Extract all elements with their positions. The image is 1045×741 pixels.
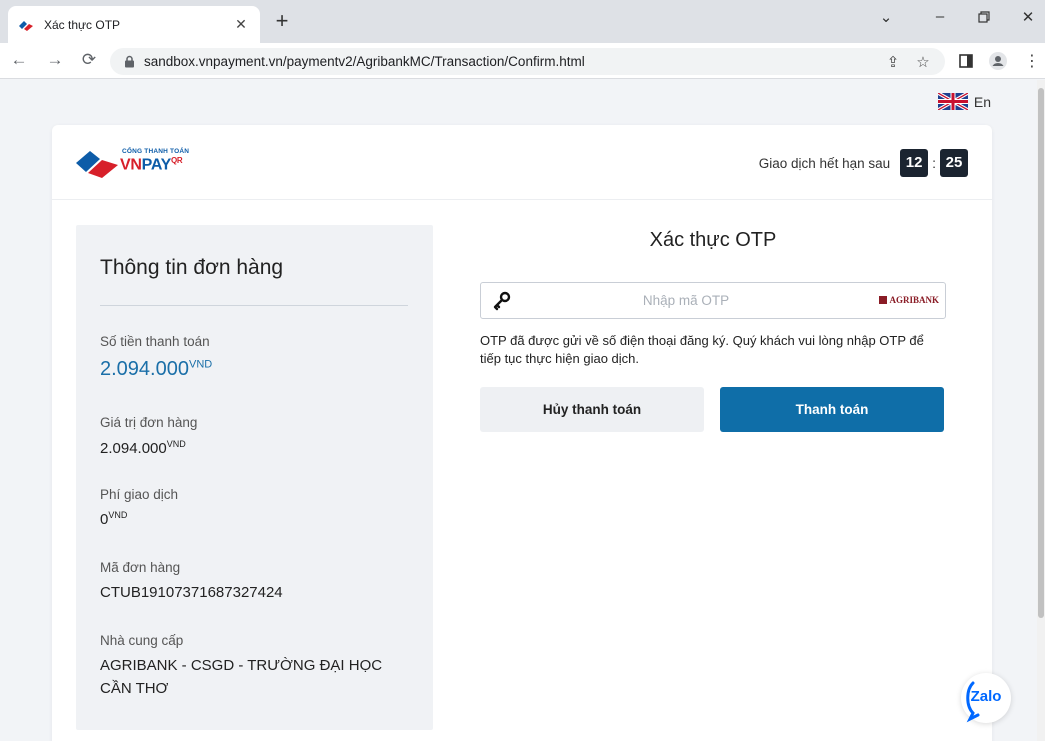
provider-line-1: AGRIBANK - CSGD - TRƯỜNG ĐẠI HỌC (100, 657, 383, 674)
timer-seconds: 25 (940, 149, 968, 177)
provider-line-2: CẦN THƠ (100, 680, 169, 697)
zalo-chat-button[interactable]: Zalo (961, 673, 1011, 723)
profile-avatar-icon[interactable] (988, 51, 1008, 70)
agribank-logo: AGRIBANK (879, 295, 939, 305)
card-header: CỔNG THANH TOÁN VNPAYQR Giao dịch hết hạ… (52, 125, 992, 200)
otp-title: Xác thực OTP (649, 229, 777, 251)
page-scrollbar[interactable] (1037, 80, 1045, 741)
lock-icon (124, 55, 135, 68)
fee-currency: VND (108, 510, 128, 520)
side-panel-icon[interactable] (958, 53, 978, 71)
page-viewport: En CỔNG THANH TOÁN VNPAYQR Giao dịch hết… (0, 80, 1037, 741)
bookmark-star-icon[interactable]: ☆ (913, 53, 933, 71)
logo-pay: PAY (141, 156, 172, 174)
share-icon[interactable]: ⇪ (883, 53, 903, 71)
browser-menu-icon[interactable]: ⋮ (1024, 51, 1044, 70)
order-value-label: Giá trị đơn hàng (100, 415, 198, 430)
tab-title: Xác thực OTP (44, 17, 121, 32)
logo-tagline: CỔNG THANH TOÁN (122, 148, 190, 155)
address-bar[interactable]: sandbox.vnpayment.vn/paymentv2/AgribankM… (110, 48, 945, 75)
browser-tab-bar: Xác thực OTP ✕ + ⌄ – ✕ (0, 0, 1045, 43)
tab-close-icon[interactable]: ✕ (232, 16, 250, 33)
cancel-payment-button[interactable]: Hủy thanh toán (480, 387, 704, 432)
vnpay-favicon-icon (18, 17, 34, 33)
agribank-label: AGRIBANK (889, 295, 939, 305)
language-switch[interactable]: En (937, 93, 991, 110)
amount-number: 2.094.000 (100, 358, 189, 380)
key-icon (492, 291, 512, 311)
fee-label: Phí giao dịch (100, 487, 179, 502)
order-id-label: Mã đơn hàng (100, 560, 181, 575)
payment-card: CỔNG THANH TOÁN VNPAYQR Giao dịch hết hạ… (52, 125, 992, 741)
logo-wordmark: VNPAYQR (120, 156, 183, 174)
minimize-icon[interactable]: – (928, 8, 952, 25)
otp-field: AGRIBANK (480, 282, 946, 319)
order-id-value: CTUB19107371687327424 (100, 584, 283, 601)
logo-vn: VN (120, 156, 142, 174)
amount-value: 2.094.000VND (100, 358, 212, 381)
pay-button[interactable]: Thanh toán (720, 387, 944, 432)
otp-input[interactable] (521, 286, 851, 315)
vnpay-logo: CỔNG THANH TOÁN VNPAYQR (74, 145, 204, 181)
forward-arrow-icon[interactable]: → (44, 50, 66, 70)
order-value: 2.094.000VND (100, 439, 186, 457)
amount-currency: VND (188, 358, 213, 371)
order-value-number: 2.094.000 (100, 440, 167, 457)
expiry-label: Giao dịch hết hạn sau (758, 155, 891, 171)
order-info-title: Thông tin đơn hàng (100, 256, 284, 279)
amount-label: Số tiền thanh toán (100, 334, 210, 349)
reload-icon[interactable]: ⟳ (78, 50, 100, 70)
provider-label: Nhà cung cấp (100, 633, 184, 648)
logo-qr: QR (170, 156, 183, 165)
back-arrow-icon[interactable]: ← (8, 50, 30, 70)
new-tab-icon[interactable]: + (270, 10, 294, 32)
uk-flag-icon (937, 93, 968, 110)
order-value-currency: VND (166, 439, 186, 449)
otp-note: OTP đã được gửi về số điện thoại đăng ký… (480, 333, 924, 366)
scroll-thumb[interactable] (1038, 88, 1044, 618)
language-label: En (973, 93, 991, 110)
expiry-timer: Giao dịch hết hạn sau 12 : 25 (759, 149, 968, 177)
timer-separator: : (932, 155, 936, 171)
zalo-label: Zalo (970, 688, 1002, 705)
url-text: sandbox.vnpayment.vn/paymentv2/AgribankM… (144, 54, 585, 69)
order-divider (100, 305, 408, 306)
fee-value: 0VND (100, 510, 127, 528)
close-window-icon[interactable]: ✕ (1016, 8, 1040, 26)
browser-toolbar: ← → ⟳ sandbox.vnpayment.vn/paymentv2/Agr… (0, 43, 1045, 79)
restore-icon[interactable] (972, 8, 996, 27)
tab-search-icon[interactable]: ⌄ (874, 8, 898, 26)
browser-tab[interactable]: Xác thực OTP ✕ (8, 6, 260, 43)
agribank-mark-icon (879, 296, 888, 304)
timer-minutes: 12 (900, 149, 929, 177)
order-info-panel: Thông tin đơn hàng Số tiền thanh toán 2.… (76, 225, 433, 730)
